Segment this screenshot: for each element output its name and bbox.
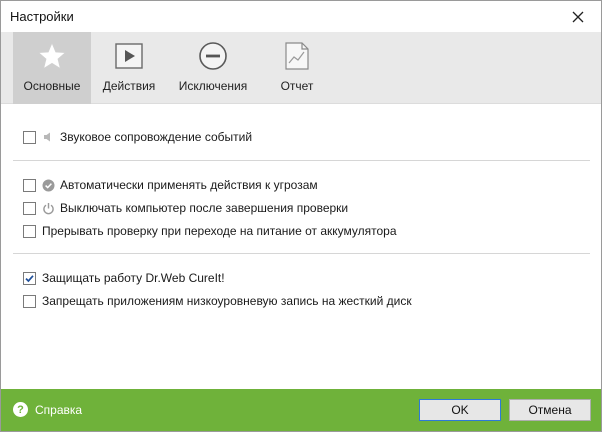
tab-label: Отчет [280, 79, 314, 93]
settings-window: Настройки Основные Действия Исключения О… [0, 0, 602, 432]
minus-circle-icon [199, 42, 227, 70]
tab-label: Исключения [178, 79, 248, 93]
footer-bar: ? Справка OK Отмена [1, 389, 601, 431]
checkbox[interactable] [23, 224, 36, 238]
option-sound: Звуковое сопровождение событий [23, 128, 252, 146]
option-battery: Прерывать проверку при переходе на питан… [23, 222, 397, 240]
power-icon [42, 202, 54, 214]
checkbox[interactable] [23, 294, 36, 308]
tab-general[interactable]: Основные [13, 32, 91, 104]
option-block-disk-write: Запрещать приложениям низкоуровневую зап… [23, 292, 412, 310]
tab-exclusions[interactable]: Исключения [174, 32, 252, 104]
check-circle-icon [42, 179, 54, 191]
option-label: Автоматически применять действия к угроз… [60, 178, 318, 192]
tab-label: Действия [102, 79, 156, 93]
option-label: Прерывать проверку при переходе на питан… [42, 224, 397, 238]
option-auto-actions: Автоматически применять действия к угроз… [23, 176, 318, 194]
help-label: Справка [35, 402, 83, 417]
close-icon [572, 11, 584, 22]
divider [13, 160, 590, 161]
report-icon [285, 42, 309, 70]
option-label: Запрещать приложениям низкоуровневую зап… [42, 294, 412, 308]
checkmark-icon [25, 274, 34, 282]
close-button[interactable] [555, 1, 601, 32]
ok-button[interactable]: OK [419, 399, 501, 421]
option-protect-cureit: Защищать работу Dr.Web CureIt! [23, 269, 225, 287]
checkbox[interactable] [23, 130, 36, 144]
option-label: Защищать работу Dr.Web CureIt! [42, 271, 225, 285]
checkbox[interactable] [23, 201, 36, 215]
title-bar: Настройки [1, 1, 601, 32]
window-title: Настройки [10, 9, 74, 24]
settings-tabs: Основные Действия Исключения Отчет [1, 32, 601, 104]
option-label: Выключать компьютер после завершения про… [60, 201, 349, 215]
help-link[interactable]: ? Справка [13, 402, 82, 417]
checkbox-checked[interactable] [23, 271, 36, 285]
settings-content: Звуковое сопровождение событий Автоматич… [1, 105, 601, 389]
play-icon [115, 43, 143, 69]
divider [13, 253, 590, 254]
option-label: Звуковое сопровождение событий [60, 130, 253, 144]
tab-label: Основные [23, 79, 81, 93]
tab-report[interactable]: Отчет [258, 32, 336, 104]
help-icon: ? [13, 402, 28, 417]
cancel-button[interactable]: Отмена [509, 399, 591, 421]
option-shutdown: Выключать компьютер после завершения про… [23, 199, 348, 217]
tab-actions[interactable]: Действия [90, 32, 168, 104]
speaker-icon [44, 132, 50, 142]
checkbox[interactable] [23, 178, 36, 192]
star-icon [37, 41, 67, 70]
